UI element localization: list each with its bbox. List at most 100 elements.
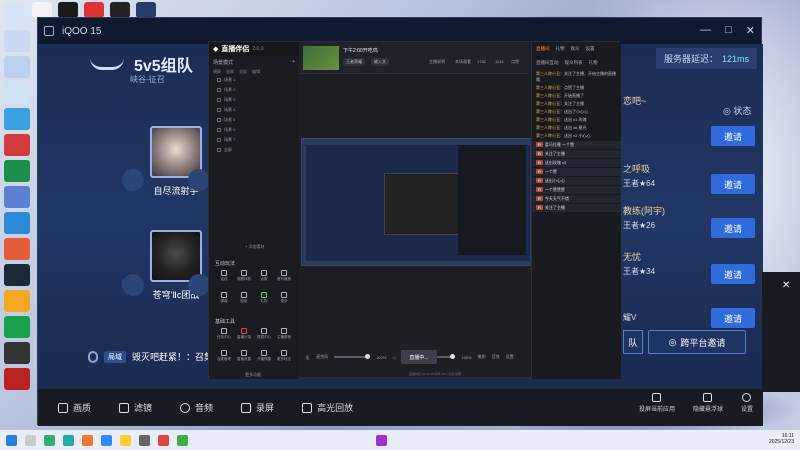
sound-effect-button[interactable]: 音效 xyxy=(492,354,500,360)
tool-button[interactable]: 音乐播放 xyxy=(275,270,293,282)
search-icon[interactable] xyxy=(25,434,36,446)
record-button[interactable]: 录屏 xyxy=(241,401,274,414)
stream-thumbnail[interactable] xyxy=(303,46,339,70)
invite-button[interactable]: 邀请 xyxy=(711,308,755,328)
desktop-icon[interactable] xyxy=(84,2,104,18)
scene-tab[interactable]: 竖屏 xyxy=(226,69,234,75)
swap-position-icon[interactable] xyxy=(122,274,144,296)
scene-item[interactable]: 场景 2 xyxy=(209,85,299,95)
taskbar-app-icon[interactable] xyxy=(158,434,169,446)
desktop-icon[interactable] xyxy=(4,186,30,208)
desktop-icon[interactable] xyxy=(4,4,30,26)
tool-button[interactable]: 点歌 xyxy=(255,270,273,282)
taskbar-app-icon[interactable] xyxy=(82,434,93,446)
tab-audience[interactable]: 观众 xyxy=(571,46,580,52)
desktop-icon[interactable] xyxy=(110,2,130,18)
filter-button[interactable]: 滤镜 xyxy=(119,401,152,414)
add-source-button[interactable]: + 添加素材 xyxy=(245,244,264,250)
scene-item[interactable]: 场景 3 xyxy=(209,95,299,105)
tool-button[interactable]: 主播推荐 xyxy=(275,328,293,340)
scene-item[interactable]: 场景 5 xyxy=(209,115,299,125)
invite-button[interactable]: 邀请 xyxy=(711,218,755,238)
more-functions-link[interactable]: 更多功能 xyxy=(245,372,261,378)
mic-status-icon[interactable] xyxy=(188,169,210,191)
scene-add-icon[interactable]: + xyxy=(292,59,295,66)
checkbox[interactable] xyxy=(217,98,221,102)
checkbox[interactable] xyxy=(217,138,221,142)
tool-button[interactable]: 更多玩法 xyxy=(275,350,293,362)
taskbar-app-icon[interactable] xyxy=(101,434,112,446)
taskbar-app-icon[interactable] xyxy=(120,434,131,446)
scene-item[interactable]: 场景 1 xyxy=(209,75,299,85)
checkbox[interactable] xyxy=(217,108,221,112)
checkbox[interactable] xyxy=(217,118,221,122)
scene-tab[interactable]: 编辑 xyxy=(252,69,260,75)
close-button[interactable]: ✕ xyxy=(746,24,755,37)
side-panel-close-button[interactable]: ✕ xyxy=(782,280,790,291)
tool-button[interactable]: 开播提醒 xyxy=(255,350,273,362)
tool-button[interactable]: 连麦管理 xyxy=(215,350,233,362)
chat-tip[interactable]: 局域 毁灭吧赶紧！：召集 xyxy=(88,350,213,363)
tool-button[interactable]: 观看特权 xyxy=(235,270,253,282)
hide-float-ball-button[interactable]: 隐藏悬浮球 xyxy=(693,393,723,413)
live-settings-button[interactable]: 设置 xyxy=(506,354,514,360)
settings-button[interactable]: 设置 xyxy=(741,393,753,413)
stream-title[interactable]: 下午2:00开吃鸡 xyxy=(343,47,378,54)
checkbox[interactable] xyxy=(217,128,221,132)
desktop-icon[interactable] xyxy=(4,264,30,286)
checkbox[interactable] xyxy=(217,78,221,82)
tool-button[interactable]: 数据中心 xyxy=(255,328,273,340)
tab-room[interactable]: 直播间 xyxy=(536,46,550,52)
subtab-gift[interactable]: 礼物 xyxy=(589,60,598,66)
stream-preview[interactable] xyxy=(301,138,533,266)
scene-tab[interactable]: 横屏 xyxy=(213,69,221,75)
desktop-icon[interactable] xyxy=(32,2,52,18)
speaker-icon[interactable]: ◁ xyxy=(392,355,395,360)
cast-app-button[interactable]: 投屏当前应用 xyxy=(639,393,675,413)
tool-button[interactable]: 贴纸 xyxy=(235,292,253,304)
microphone-icon[interactable]: 🎙 xyxy=(305,355,310,360)
microphone-icon[interactable] xyxy=(88,350,98,363)
invite-button[interactable]: 邀请 xyxy=(711,264,755,284)
desktop-icon[interactable] xyxy=(4,108,30,130)
start-menu-icon[interactable] xyxy=(6,434,17,446)
invite-button[interactable]: 邀请 xyxy=(711,126,755,146)
quality-button[interactable]: 画质 xyxy=(58,401,91,414)
audio-button[interactable]: 音频 xyxy=(180,401,213,414)
beauty-button[interactable]: 美颜 xyxy=(478,354,486,360)
start-live-button[interactable]: 直播中... xyxy=(401,350,437,364)
mic-volume-slider[interactable] xyxy=(334,354,371,359)
checkbox[interactable] xyxy=(217,88,221,92)
team-button[interactable]: 队 xyxy=(623,330,643,354)
swap-position-icon[interactable] xyxy=(122,169,144,191)
tool-button[interactable]: 任务中心 xyxy=(215,328,233,340)
desktop-icon[interactable] xyxy=(4,238,30,260)
tool-button[interactable]: 连线 xyxy=(215,270,233,282)
desktop-icon[interactable] xyxy=(58,2,78,18)
scene-item[interactable]: 场景 6 xyxy=(209,125,299,135)
desktop-icon[interactable] xyxy=(136,2,156,18)
tab-gifts[interactable]: 礼物 xyxy=(556,46,565,52)
scene-item[interactable]: 场景 4 xyxy=(209,105,299,115)
tool-button[interactable]: 直播设置 xyxy=(235,350,253,362)
taskbar-app-icon[interactable] xyxy=(63,434,74,446)
cross-platform-invite-button[interactable]: ◎ 跨平台邀请 xyxy=(648,330,746,354)
minimize-button[interactable]: — xyxy=(700,24,711,37)
desktop-icon[interactable] xyxy=(4,82,30,104)
mic-status-icon[interactable] xyxy=(188,274,210,296)
tool-button[interactable]: 弹幕 xyxy=(215,292,233,304)
desktop-icon[interactable] xyxy=(4,134,30,156)
subtab-interaction[interactable]: 直播间互动 xyxy=(536,60,559,66)
scene-item[interactable]: 全屏 xyxy=(209,145,299,155)
taskbar-app-icon[interactable] xyxy=(376,434,387,446)
desktop-icon[interactable] xyxy=(4,290,30,312)
invite-button[interactable]: 邀请 xyxy=(711,174,755,194)
tool-button[interactable]: 直播记录 xyxy=(235,328,253,340)
checkbox[interactable] xyxy=(217,148,221,152)
stream-tag[interactable]: 王者荣耀 xyxy=(343,58,365,66)
scene-item[interactable]: 场景 7 xyxy=(209,135,299,145)
desktop-icon[interactable] xyxy=(4,30,30,52)
maximize-button[interactable]: □ xyxy=(725,24,732,37)
highlight-replay-button[interactable]: 高光回放 xyxy=(302,401,353,414)
tool-button[interactable]: 更多 xyxy=(275,292,293,304)
